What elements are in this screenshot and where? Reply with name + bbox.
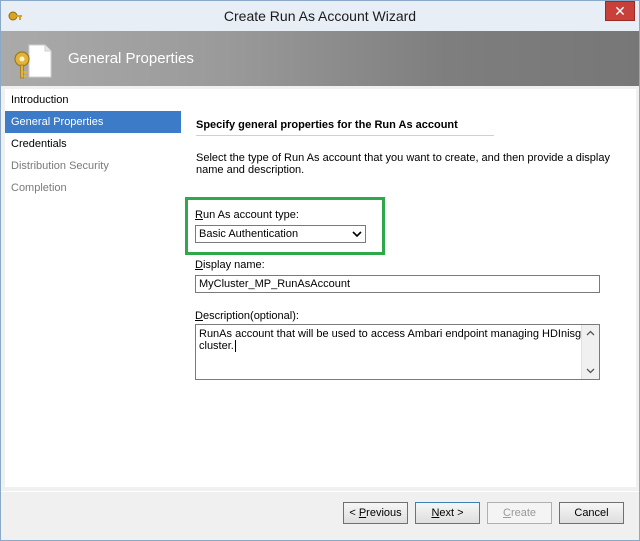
key-document-icon — [14, 44, 52, 79]
nav-step-completion: Completion — [11, 182, 67, 194]
create-mnemonic: C — [502, 507, 511, 519]
text-caret — [234, 340, 236, 353]
nav-step-distribution-security: Distribution Security — [11, 160, 109, 172]
previous-label-rest: revious — [366, 507, 402, 519]
scroll-up-icon[interactable] — [585, 328, 596, 339]
account-type-select[interactable]: Basic Authentication — [195, 225, 366, 243]
nav-step-introduction[interactable]: Introduction — [5, 89, 181, 111]
chevron-down-icon — [352, 231, 362, 238]
header-title: General Properties — [68, 50, 194, 67]
display-name-label: Display name: — [195, 259, 265, 271]
scroll-down-icon[interactable] — [585, 365, 596, 376]
next-label-rest: ext > — [439, 507, 464, 519]
footer-divider — [1, 491, 639, 492]
title-bar[interactable]: Create Run As Account Wizard ✕ — [1, 1, 639, 31]
wizard-header: General Properties — [1, 31, 639, 86]
cancel-button[interactable]: Cancel — [559, 502, 624, 524]
account-type-label-text: un As account type: — [202, 209, 299, 221]
nav-step-general-properties[interactable]: General Properties — [5, 111, 181, 133]
create-button: Create — [487, 502, 552, 524]
wizard-window: Create Run As Account Wizard ✕ General P… — [0, 0, 640, 541]
next-button[interactable]: Next > — [415, 502, 480, 524]
account-type-label: Run As account type: — [195, 209, 299, 221]
section-description: Select the type of Run As account that y… — [196, 152, 610, 176]
previous-button[interactable]: < Previous — [343, 502, 408, 524]
window-title: Create Run As Account Wizard — [223, 8, 417, 24]
display-name-value: MyCluster_MP_RunAsAccount — [199, 278, 351, 290]
nav-step-credentials[interactable]: Credentials — [5, 133, 181, 155]
description-label: Description(optional): — [195, 310, 299, 322]
account-type-value: Basic Authentication — [199, 228, 299, 240]
display-name-field[interactable]: MyCluster_MP_RunAsAccount — [195, 275, 600, 293]
description-label-text: escription(optional): — [202, 310, 299, 322]
section-divider — [196, 135, 494, 136]
description-text: RunAs account that will be used to acces… — [199, 328, 591, 352]
wizard-steps-nav: Introduction General Properties Credenti… — [5, 89, 181, 487]
account-type-mnemonic: R — [195, 209, 203, 221]
description-field[interactable]: RunAs account that will be used to acces… — [195, 324, 600, 380]
close-button[interactable]: ✕ — [605, 1, 635, 21]
description-mnemonic: D — [195, 310, 203, 322]
display-name-label-text: isplay name: — [202, 259, 265, 271]
description-scrollbar[interactable] — [581, 325, 599, 379]
display-name-mnemonic: D — [195, 259, 203, 271]
section-title: Specify general properties for the Run A… — [196, 119, 458, 131]
previous-prefix: < — [349, 507, 359, 519]
description-value: RunAs account that will be used to acces… — [199, 328, 599, 353]
create-label-rest: reate — [510, 507, 537, 519]
